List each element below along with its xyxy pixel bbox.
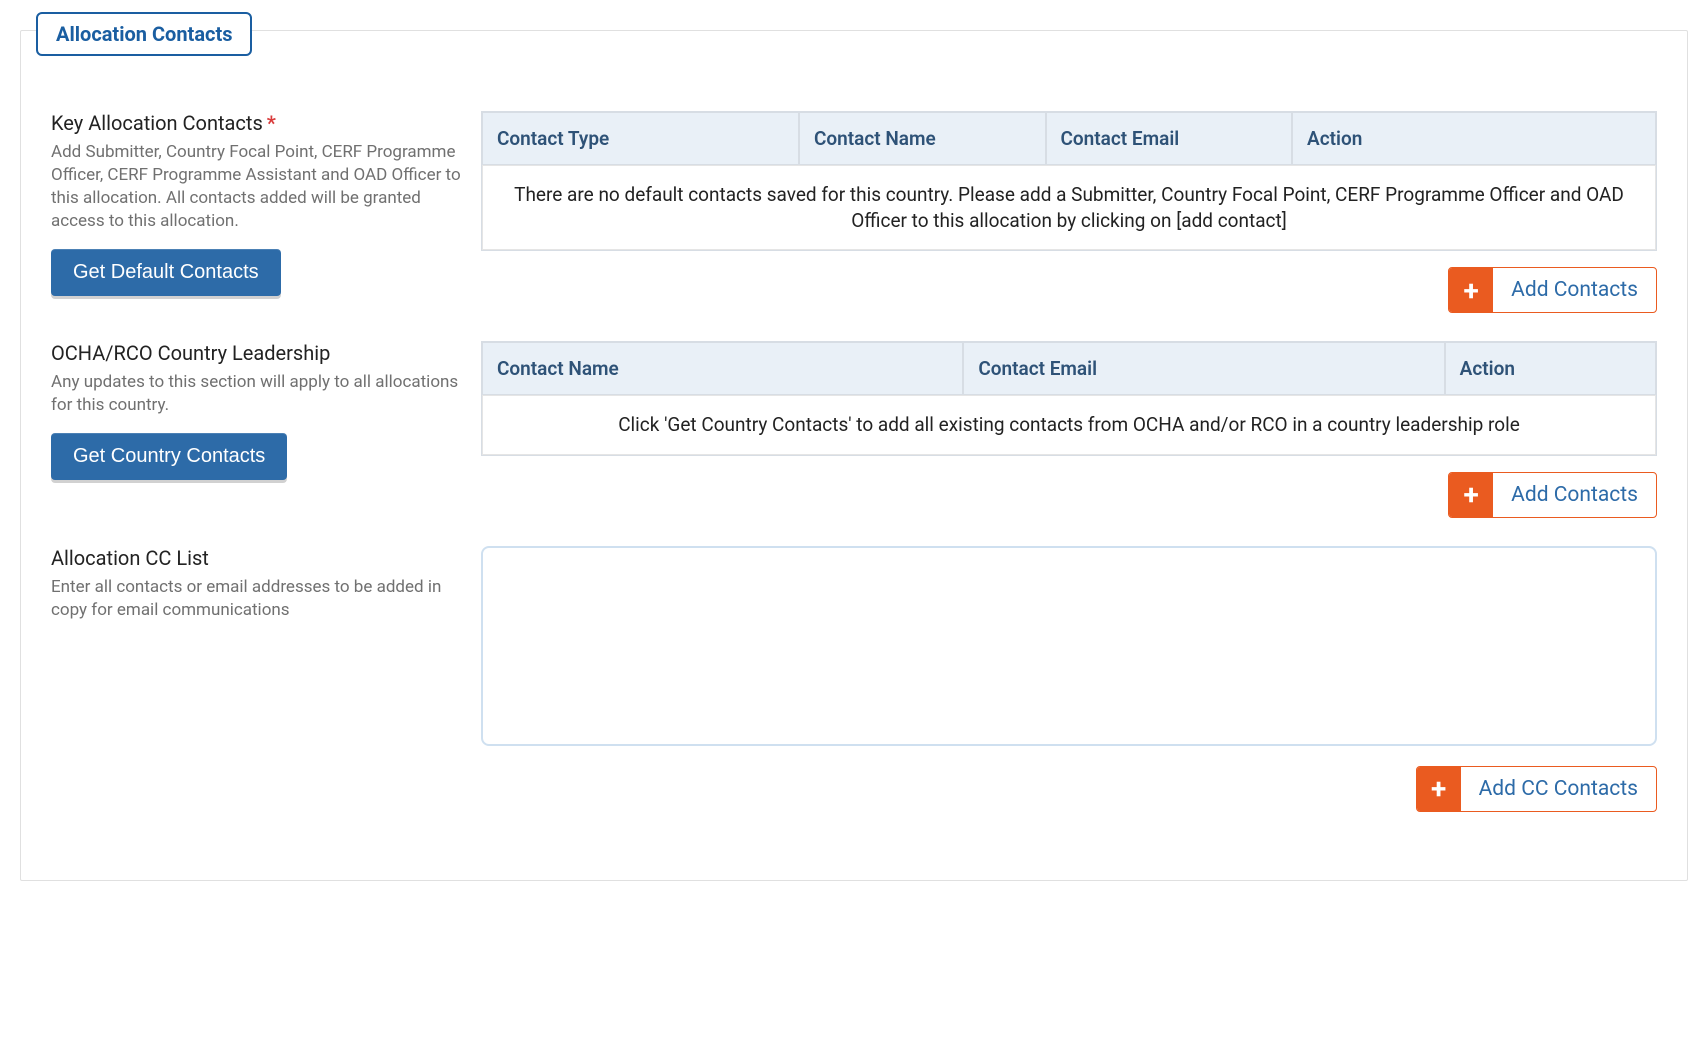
key-contacts-action-row: + Add Contacts [481, 267, 1657, 313]
col-contact-email: Contact Email [963, 342, 1444, 395]
plus-icon: + [1417, 767, 1461, 811]
add-contacts-button-key[interactable]: + Add Contacts [1448, 267, 1657, 313]
leadership-empty-message: Click 'Get Country Contacts' to add all … [482, 395, 1656, 455]
get-country-contacts-button[interactable]: Get Country Contacts [51, 433, 287, 480]
key-contacts-title-text: Key Allocation Contacts [51, 111, 263, 135]
key-contacts-title: Key Allocation Contacts* [51, 111, 471, 135]
col-contact-name: Contact Name [482, 342, 963, 395]
table-row: Click 'Get Country Contacts' to add all … [482, 395, 1656, 455]
key-contacts-right-col: Contact Type Contact Name Contact Email … [481, 111, 1657, 313]
cc-list-section: Allocation CC List Enter all contacts or… [51, 546, 1657, 812]
panel-body: Key Allocation Contacts* Add Submitter, … [20, 30, 1688, 881]
plus-icon: + [1449, 268, 1493, 312]
cc-left-col: Allocation CC List Enter all contacts or… [51, 546, 471, 638]
col-action: Action [1445, 342, 1656, 395]
table-header-row: Contact Type Contact Name Contact Email … [482, 112, 1656, 165]
get-default-contacts-button[interactable]: Get Default Contacts [51, 249, 281, 296]
add-contacts-label: Add Contacts [1493, 268, 1656, 312]
col-contact-name: Contact Name [799, 112, 1046, 165]
allocation-contacts-panel: Allocation Contacts Key Allocation Conta… [20, 30, 1688, 881]
leadership-left-col: OCHA/RCO Country Leadership Any updates … [51, 341, 471, 480]
leadership-desc: Any updates to this section will apply t… [51, 371, 471, 417]
cc-action-row: + Add CC Contacts [481, 766, 1657, 812]
key-contacts-empty-message: There are no default contacts saved for … [482, 165, 1656, 250]
cc-right-col: + Add CC Contacts [481, 546, 1657, 812]
leadership-section: OCHA/RCO Country Leadership Any updates … [51, 341, 1657, 518]
col-action: Action [1292, 112, 1656, 165]
leadership-table: Contact Name Contact Email Action Click … [481, 341, 1657, 456]
col-contact-email: Contact Email [1046, 112, 1293, 165]
plus-icon: + [1449, 473, 1493, 517]
leadership-action-row: + Add Contacts [481, 472, 1657, 518]
cc-list-textarea[interactable] [481, 546, 1657, 746]
table-row: There are no default contacts saved for … [482, 165, 1656, 250]
key-contacts-table: Contact Type Contact Name Contact Email … [481, 111, 1657, 251]
table-header-row: Contact Name Contact Email Action [482, 342, 1656, 395]
key-contacts-left-col: Key Allocation Contacts* Add Submitter, … [51, 111, 471, 296]
required-indicator: * [267, 111, 276, 135]
leadership-title: OCHA/RCO Country Leadership [51, 341, 471, 365]
add-contacts-button-leadership[interactable]: + Add Contacts [1448, 472, 1657, 518]
add-cc-contacts-label: Add CC Contacts [1461, 767, 1656, 811]
col-contact-type: Contact Type [482, 112, 799, 165]
key-contacts-desc: Add Submitter, Country Focal Point, CERF… [51, 141, 471, 233]
cc-title: Allocation CC List [51, 546, 471, 570]
panel-legend: Allocation Contacts [36, 12, 252, 56]
add-cc-contacts-button[interactable]: + Add CC Contacts [1416, 766, 1657, 812]
cc-desc: Enter all contacts or email addresses to… [51, 576, 471, 622]
leadership-right-col: Contact Name Contact Email Action Click … [481, 341, 1657, 518]
key-contacts-section: Key Allocation Contacts* Add Submitter, … [51, 111, 1657, 313]
add-contacts-label: Add Contacts [1493, 473, 1656, 517]
